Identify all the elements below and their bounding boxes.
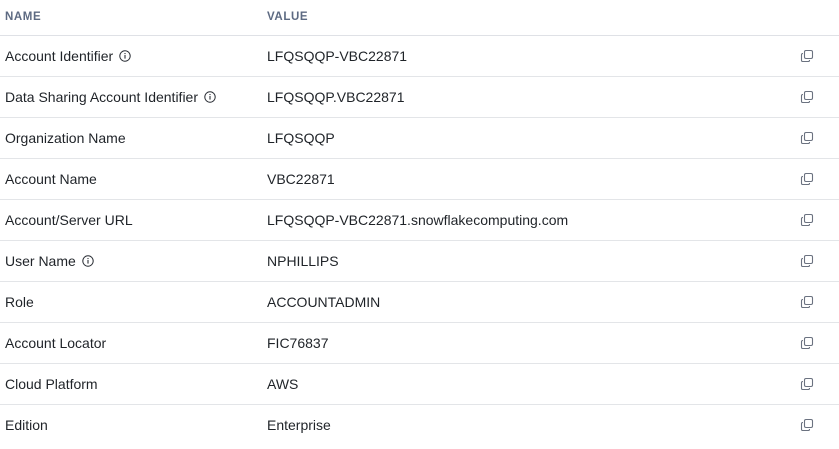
row-value: Enterprise (267, 417, 331, 433)
table-row: Account Name VBC22871 (0, 159, 839, 200)
info-circle-icon[interactable] (119, 49, 131, 62)
table-body: Account Identifier LFQSQQP-VBC22871 Data S… (0, 36, 839, 445)
row-name-cell: Role (5, 294, 34, 310)
row-name-cell: Account Identifier (5, 48, 131, 64)
table-header: NAME VALUE (0, 0, 839, 36)
row-name-label: Role (5, 294, 34, 310)
copy-icon[interactable] (800, 336, 814, 350)
row-name-label: Account Name (5, 171, 97, 187)
copy-icon[interactable] (800, 90, 814, 104)
row-value: LFQSQQP-VBC22871 (267, 48, 408, 64)
row-name-label: Cloud Platform (5, 376, 98, 392)
table-row: Account/Server URL LFQSQQP-VBC22871.snowf… (0, 200, 839, 241)
table-row: Organization Name LFQSQQP (0, 118, 839, 159)
table-row: Role ACCOUNTADMIN (0, 282, 839, 323)
row-name-cell: Organization Name (5, 130, 126, 146)
row-name-cell: Edition (5, 417, 48, 433)
row-value: ACCOUNTADMIN (267, 294, 381, 310)
row-name-label: Data Sharing Account Identifier (5, 89, 199, 105)
row-name-cell: User Name (5, 253, 94, 269)
row-name-cell: Account Name (5, 171, 97, 187)
copy-icon[interactable] (800, 172, 814, 186)
row-name-label: Account/Server URL (5, 212, 133, 228)
table-row: Account Locator FIC76837 (0, 323, 839, 364)
copy-icon[interactable] (800, 131, 814, 145)
table-row: User Name NPHILLIPS (0, 241, 839, 282)
table-row: Cloud Platform AWS (0, 364, 839, 405)
row-name-cell: Cloud Platform (5, 376, 98, 392)
info-circle-icon[interactable] (82, 254, 94, 267)
copy-icon[interactable] (800, 377, 814, 391)
copy-icon[interactable] (800, 213, 814, 227)
row-name-cell: Data Sharing Account Identifier (5, 89, 216, 105)
row-value: NPHILLIPS (267, 253, 339, 269)
info-circle-icon[interactable] (204, 90, 216, 103)
copy-icon[interactable] (800, 295, 814, 309)
table-row: Edition Enterprise (0, 405, 839, 445)
row-value: VBC22871 (267, 171, 335, 187)
row-value: LFQSQQP-VBC22871.snowflakecomputing.com (267, 212, 569, 228)
row-name-label: User Name (5, 253, 76, 269)
account-details-table: NAME VALUE Account Identifier LFQSQQP-VBC… (0, 0, 839, 445)
row-name-cell: Account/Server URL (5, 212, 133, 228)
row-name-label: Organization Name (5, 130, 126, 146)
copy-icon[interactable] (800, 254, 814, 268)
row-value: LFQSQQP.VBC22871 (267, 89, 405, 105)
row-value: AWS (267, 376, 299, 392)
row-name-cell: Account Locator (5, 335, 106, 351)
table-row: Data Sharing Account Identifier LFQSQQP.V… (0, 77, 839, 118)
copy-icon[interactable] (800, 418, 814, 432)
column-header-name: NAME (5, 11, 42, 23)
copy-icon[interactable] (800, 49, 814, 63)
row-name-label: Account Identifier (5, 48, 114, 64)
row-name-label: Edition (5, 417, 48, 433)
row-value: FIC76837 (267, 335, 329, 351)
column-header-value: VALUE (267, 11, 309, 23)
row-name-label: Account Locator (5, 335, 107, 351)
row-value: LFQSQQP (267, 130, 335, 146)
table-row: Account Identifier LFQSQQP-VBC22871 (0, 36, 839, 77)
